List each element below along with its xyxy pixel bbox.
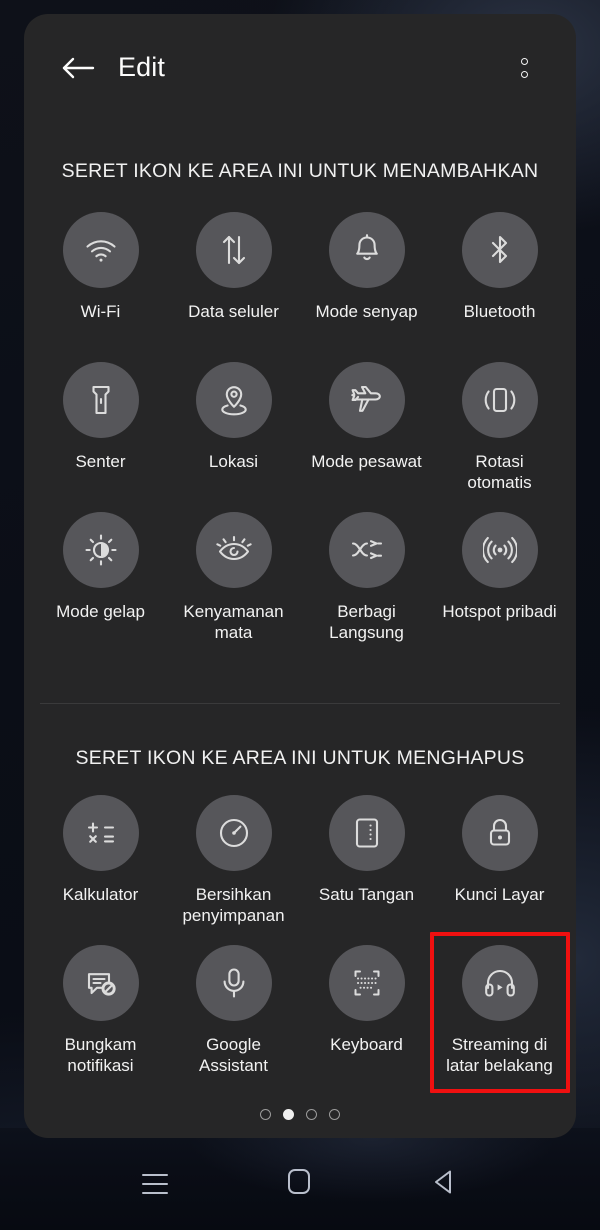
lock-icon bbox=[461, 795, 538, 871]
tile-label: Bluetooth bbox=[463, 302, 536, 321]
tile-storage-cleanup[interactable]: Bersihkan penyimpanan bbox=[167, 793, 300, 943]
tile-silent-mode[interactable]: Mode senyap bbox=[300, 210, 433, 360]
wifi-icon bbox=[62, 212, 139, 288]
keyboard-icon bbox=[328, 945, 405, 1021]
tile-screen-lock[interactable]: Kunci Layar bbox=[433, 793, 566, 943]
section-heading-add: SERET IKON KE AREA INI UNTUK MENAMBAHKAN bbox=[61, 160, 539, 182]
tile-flashlight[interactable]: Senter bbox=[34, 360, 167, 510]
storage-cleanup-icon bbox=[195, 795, 272, 871]
pager-dots[interactable] bbox=[24, 1109, 576, 1120]
tile-label: Kunci Layar bbox=[454, 885, 545, 904]
back-icon bbox=[432, 1169, 454, 1200]
tile-label: Rotasi otomatis bbox=[467, 452, 532, 492]
tile-grid-remove: Kalkulator Bersihkan penyimpanan Satu Ta… bbox=[34, 793, 566, 1093]
tile-label: Kalkulator bbox=[62, 885, 139, 904]
auto-rotate-icon bbox=[461, 362, 538, 438]
tile-grid-add: Wi-Fi Data seluler Mode senyap Bluetooth… bbox=[34, 210, 566, 660]
tile-mute-notification[interactable]: Bungkam notifikasi bbox=[34, 943, 167, 1093]
tile-label: Mode senyap bbox=[315, 302, 418, 321]
calculator-icon bbox=[62, 795, 139, 871]
overflow-dot bbox=[520, 71, 528, 78]
tile-keyboard[interactable]: Keyboard bbox=[300, 943, 433, 1093]
pager-dot-2[interactable] bbox=[283, 1109, 294, 1120]
more-vertical-icon[interactable] bbox=[500, 44, 548, 92]
tile-label: Streaming di latar belakang bbox=[446, 1035, 553, 1075]
system-navigation-bar bbox=[0, 1138, 600, 1230]
tile-dark-mode[interactable]: Mode gelap bbox=[34, 510, 167, 660]
pager-dot-4[interactable] bbox=[329, 1109, 340, 1120]
pager-dot-3[interactable] bbox=[306, 1109, 317, 1120]
pager-dot-1[interactable] bbox=[260, 1109, 271, 1120]
tile-auto-rotate[interactable]: Rotasi otomatis bbox=[433, 360, 566, 510]
tile-hotspot[interactable]: Hotspot pribadi bbox=[433, 510, 566, 660]
tile-label: Bungkam notifikasi bbox=[64, 1035, 137, 1075]
tile-label: Mode gelap bbox=[56, 602, 145, 621]
section-heading-remove: SERET IKON KE AREA INI UNTUK MENGHAPUS bbox=[75, 747, 525, 769]
tile-label: Berbagi Langsung bbox=[329, 602, 404, 642]
tile-one-hand-mode[interactable]: Satu Tangan bbox=[300, 793, 433, 943]
dark-mode-icon bbox=[62, 512, 139, 588]
flashlight-icon bbox=[62, 362, 139, 438]
direct-share-icon bbox=[328, 512, 405, 588]
tile-label: Lokasi bbox=[208, 452, 259, 471]
back-nav-button[interactable] bbox=[393, 1149, 493, 1219]
mobile-data-icon bbox=[195, 212, 272, 288]
app-bar: Edit bbox=[24, 14, 576, 122]
recents-icon bbox=[142, 1173, 168, 1195]
bluetooth-icon bbox=[461, 212, 538, 288]
quick-settings-edit-panel: Edit SERET IKON KE AREA INI UNTUK MENAMB… bbox=[24, 14, 576, 1138]
tile-mobile-data[interactable]: Data seluler bbox=[167, 210, 300, 360]
page-title: Edit bbox=[118, 52, 165, 82]
tile-label: Mode pesawat bbox=[311, 452, 422, 471]
bell-mute-icon bbox=[328, 212, 405, 288]
section-divider bbox=[40, 703, 560, 704]
tile-eye-comfort[interactable]: Kenyamanan mata bbox=[167, 510, 300, 660]
airplane-icon bbox=[328, 362, 405, 438]
recents-button[interactable] bbox=[105, 1149, 205, 1219]
home-button[interactable] bbox=[249, 1149, 349, 1219]
tile-label: Senter bbox=[75, 452, 126, 471]
tile-label: Bersihkan penyimpanan bbox=[182, 885, 285, 925]
tile-airplane-mode[interactable]: Mode pesawat bbox=[300, 360, 433, 510]
eye-comfort-icon bbox=[195, 512, 272, 588]
tile-location[interactable]: Lokasi bbox=[167, 360, 300, 510]
one-hand-mode-icon bbox=[328, 795, 405, 871]
tile-label: Google Assistant bbox=[199, 1035, 268, 1075]
tile-label: Data seluler bbox=[188, 302, 279, 321]
mute-notification-icon bbox=[62, 945, 139, 1021]
overflow-dot bbox=[520, 58, 528, 65]
tile-label: Satu Tangan bbox=[318, 885, 415, 904]
tile-calculator[interactable]: Kalkulator bbox=[34, 793, 167, 943]
tile-background-streaming[interactable]: Streaming di latar belakang bbox=[433, 943, 566, 1093]
tile-wifi[interactable]: Wi-Fi bbox=[34, 210, 167, 360]
back-button[interactable] bbox=[52, 42, 104, 94]
tile-label: Hotspot pribadi bbox=[442, 602, 557, 621]
tile-label: Keyboard bbox=[330, 1035, 403, 1054]
arrow-left-icon bbox=[61, 54, 95, 82]
headphones-play-icon bbox=[461, 945, 538, 1021]
tile-label: Wi-Fi bbox=[80, 302, 121, 321]
tile-label: Kenyamanan mata bbox=[183, 602, 284, 642]
hotspot-icon bbox=[461, 512, 538, 588]
tile-bluetooth[interactable]: Bluetooth bbox=[433, 210, 566, 360]
tile-direct-share[interactable]: Berbagi Langsung bbox=[300, 510, 433, 660]
home-icon bbox=[287, 1168, 311, 1200]
tile-google-assistant[interactable]: Google Assistant bbox=[167, 943, 300, 1093]
location-pin-icon bbox=[195, 362, 272, 438]
microphone-icon bbox=[195, 945, 272, 1021]
